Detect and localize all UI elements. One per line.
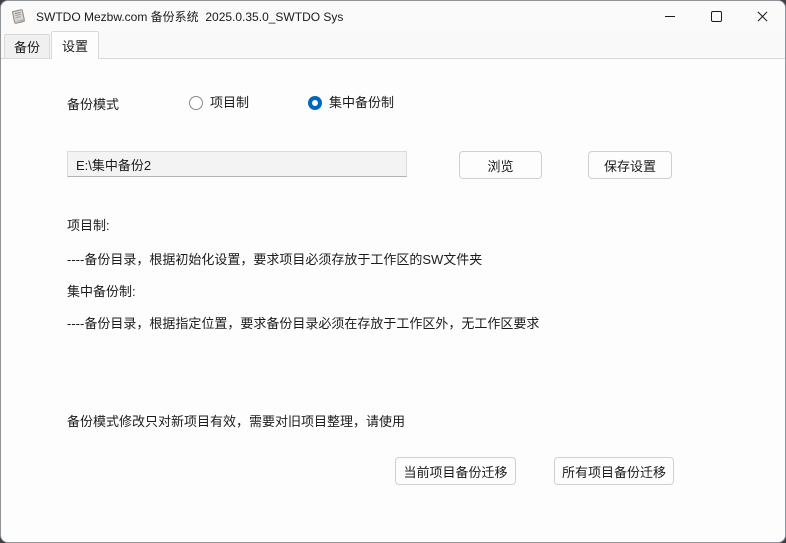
maximize-button[interactable] <box>693 1 739 31</box>
close-icon <box>757 11 768 22</box>
window-title: SWTDO Mezbw.com 备份系统 2025.0.35.0_SWTDO S… <box>36 8 343 25</box>
minimize-icon <box>665 16 675 17</box>
close-button[interactable] <box>739 1 785 31</box>
backup-path-input[interactable] <box>67 151 407 177</box>
project-mode-description: ----备份目录，根据初始化设置，要求项目必须存放于工作区的SW文件夹 <box>67 251 482 269</box>
tab-settings[interactable]: 设置 <box>51 31 99 59</box>
migration-note: 备份模式修改只对新项目有效，需要对旧项目整理，请使用 <box>67 413 405 431</box>
tab-backup-label: 备份 <box>14 37 40 56</box>
migrate-current-button-label: 当前项目备份迁移 <box>403 462 507 481</box>
radio-option-project[interactable]: 项目制 <box>189 94 249 112</box>
migrate-all-button-label: 所有项目备份迁移 <box>562 462 666 481</box>
project-mode-heading: 项目制: <box>67 217 110 235</box>
migrate-all-button[interactable]: 所有项目备份迁移 <box>554 457 674 485</box>
minimize-button[interactable] <box>647 1 693 31</box>
app-icon <box>10 8 27 25</box>
tab-settings-label: 设置 <box>62 36 88 55</box>
central-mode-description: ----备份目录，根据指定位置，要求备份目录必须在存放于工作区外，无工作区要求 <box>67 315 539 333</box>
migrate-current-button[interactable]: 当前项目备份迁移 <box>395 457 516 485</box>
browse-button[interactable]: 浏览 <box>459 151 542 179</box>
radio-central-label: 集中备份制 <box>329 94 394 112</box>
maximize-icon <box>711 11 722 22</box>
browse-button-label: 浏览 <box>487 156 513 175</box>
save-settings-button[interactable]: 保存设置 <box>588 151 672 179</box>
tab-backup[interactable]: 备份 <box>4 34 50 58</box>
tab-strip <box>1 31 785 58</box>
backup-mode-label: 备份模式 <box>67 96 119 114</box>
caption-buttons <box>647 1 785 31</box>
save-settings-button-label: 保存设置 <box>604 156 656 175</box>
radio-option-central[interactable]: 集中备份制 <box>308 94 394 112</box>
radio-central-icon[interactable] <box>308 96 322 110</box>
radio-project-label: 项目制 <box>210 94 249 112</box>
app-window: SWTDO Mezbw.com 备份系统 2025.0.35.0_SWTDO S… <box>0 0 786 543</box>
titlebar: SWTDO Mezbw.com 备份系统 2025.0.35.0_SWTDO S… <box>1 1 785 31</box>
central-mode-heading: 集中备份制: <box>67 283 136 301</box>
radio-project-icon[interactable] <box>189 96 203 110</box>
